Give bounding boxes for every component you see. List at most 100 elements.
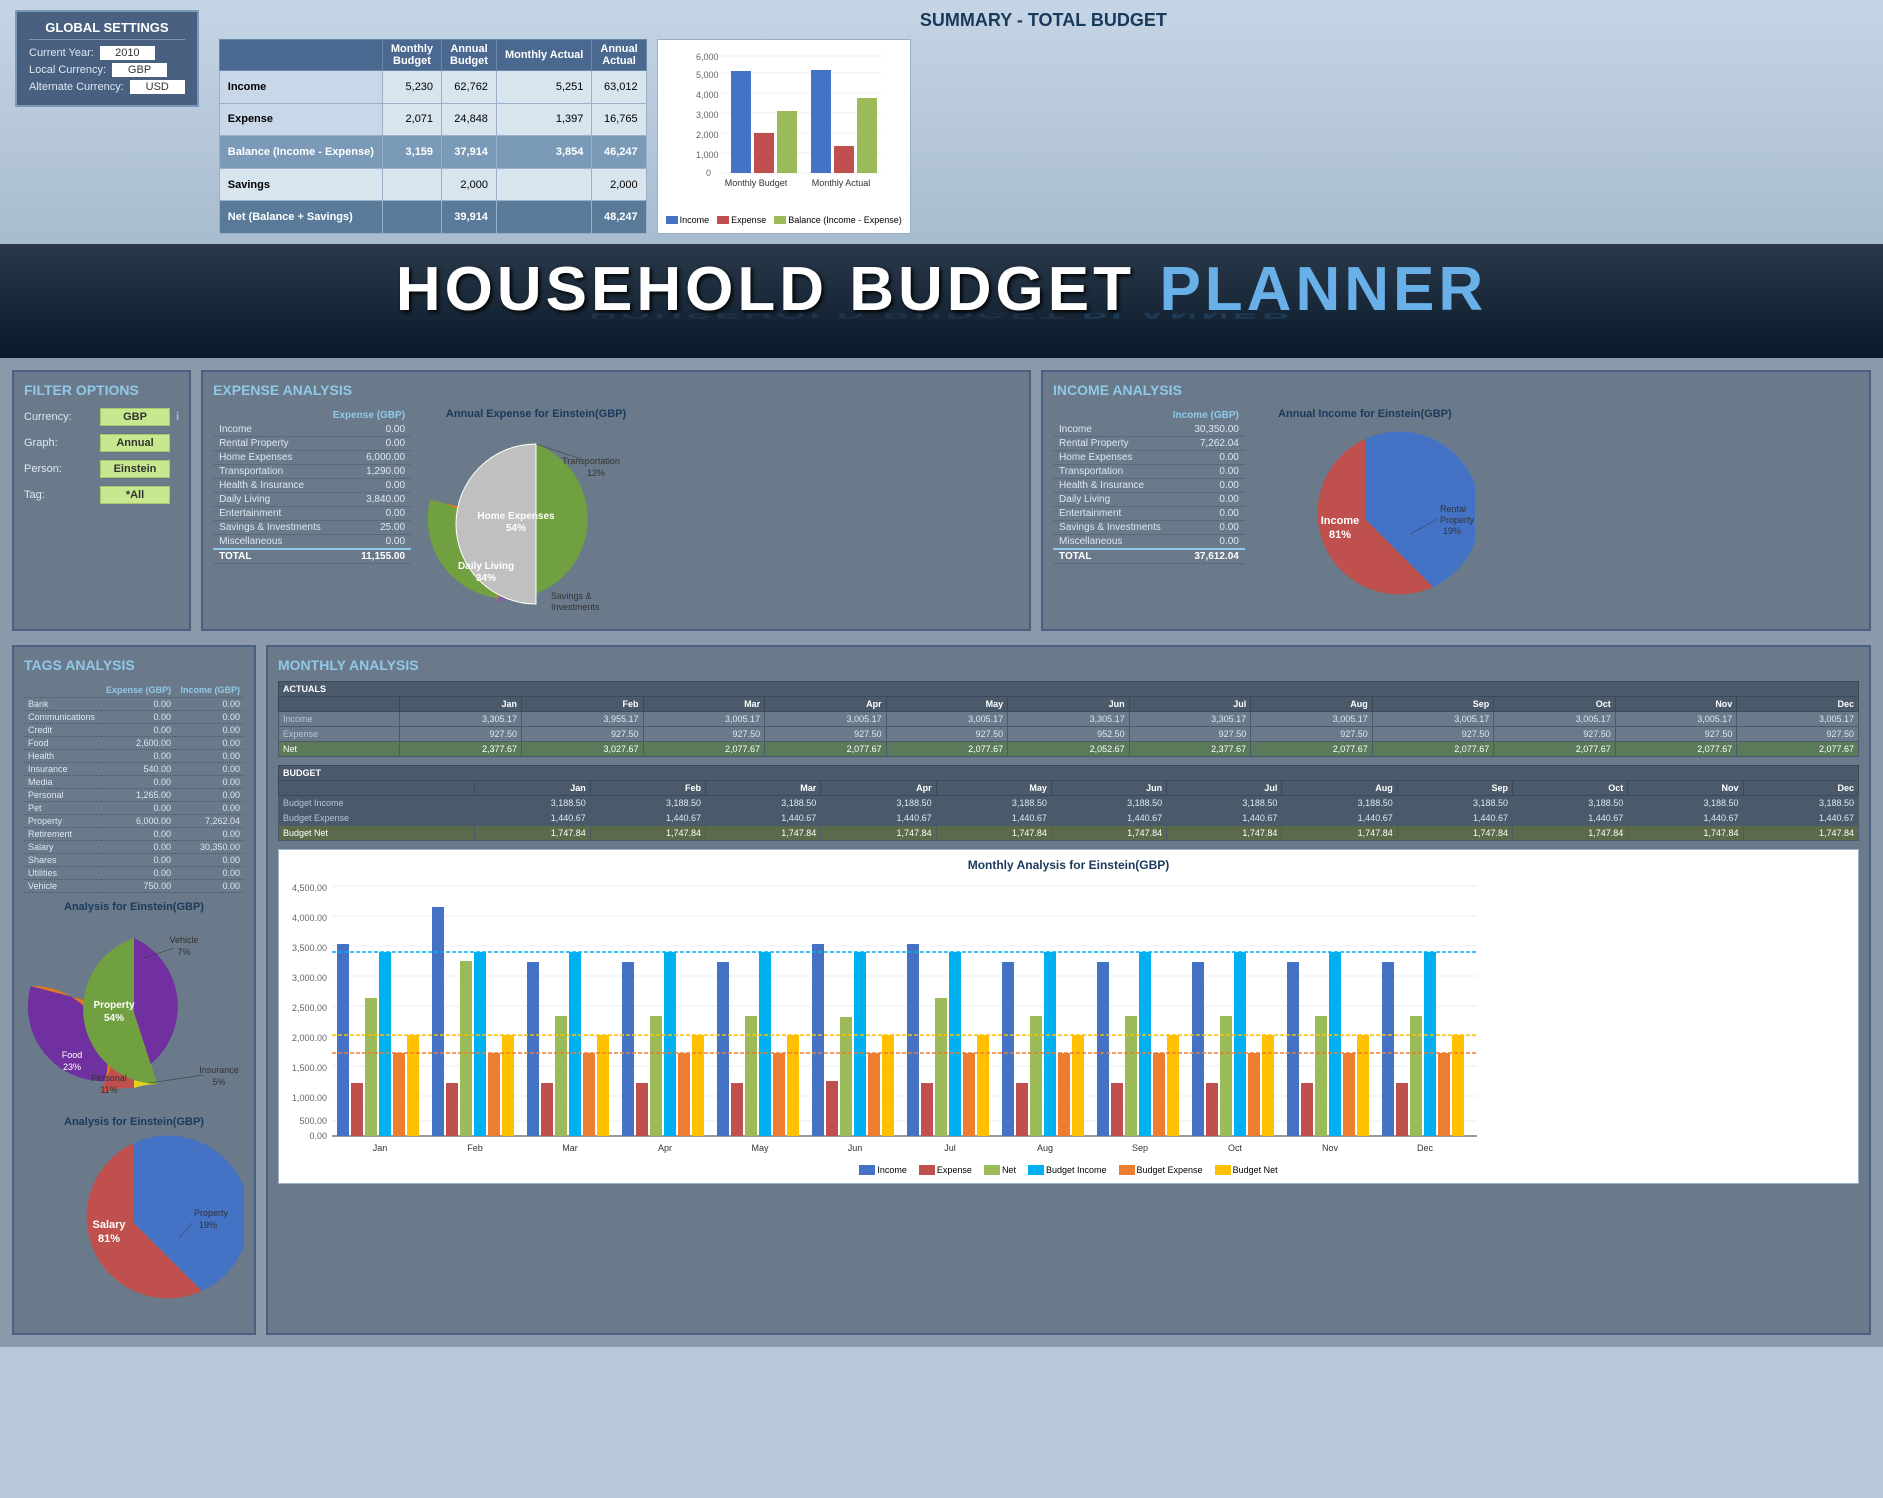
svg-text:Oct: Oct bbox=[1228, 1143, 1243, 1153]
income-analysis-inner: Income (GBP) Income30,350.00 Rental Prop… bbox=[1053, 408, 1859, 619]
exp-home: Home Expenses6,000.00 bbox=[213, 451, 411, 465]
svg-text:23%: 23% bbox=[63, 1062, 81, 1072]
svg-text:Property: Property bbox=[194, 1208, 229, 1218]
summary-table: MonthlyBudget AnnualBudget Monthly Actua… bbox=[219, 39, 647, 234]
inc-health: Health & Insurance0.00 bbox=[1053, 479, 1245, 493]
monthly-analysis-panel: MONTHLY ANALYSIS ACTUALS JanFebMarAprMay… bbox=[266, 645, 1871, 1335]
expense-chart-title: Annual Expense for Einstein(GBP) bbox=[421, 408, 651, 420]
current-year-value: 2010 bbox=[100, 46, 155, 60]
svg-text:81%: 81% bbox=[1329, 529, 1351, 541]
tag-vehicle: Vehicle750.000.00 bbox=[24, 880, 244, 893]
exp-entertainment: Entertainment0.00 bbox=[213, 507, 411, 521]
svg-text:7%: 7% bbox=[177, 947, 190, 957]
svg-text:5%: 5% bbox=[212, 1077, 225, 1087]
inc-misc: Miscellaneous0.00 bbox=[1053, 535, 1245, 550]
monthly-chart-area: Monthly Analysis for Einstein(GBP) 4,500… bbox=[278, 849, 1859, 1184]
svg-text:0.00: 0.00 bbox=[309, 1131, 327, 1141]
tags-pie2-title: Analysis for Einstein(GBP) bbox=[24, 1116, 244, 1128]
alternate-currency-value: USD bbox=[130, 80, 185, 94]
svg-text:0: 0 bbox=[706, 168, 711, 178]
svg-text:Nov: Nov bbox=[1322, 1143, 1339, 1153]
net-row: Net (Balance + Savings) 39,914 48,247 bbox=[219, 201, 646, 234]
svg-text:Mar: Mar bbox=[562, 1143, 578, 1153]
exp-income: Income0.00 bbox=[213, 423, 411, 437]
inc-transport: Transportation0.00 bbox=[1053, 465, 1245, 479]
actuals-table: ACTUALS JanFebMarAprMayJun JulAugSepOctN… bbox=[278, 681, 1859, 757]
tag-value[interactable]: *All bbox=[100, 486, 170, 504]
tag-health: Health0.000.00 bbox=[24, 750, 244, 763]
monthly-analysis-title: MONTHLY ANALYSIS bbox=[278, 657, 1859, 673]
income-analysis-panel: INCOME ANALYSIS Income (GBP) Income30,35… bbox=[1041, 370, 1871, 631]
svg-text:5,000: 5,000 bbox=[696, 70, 719, 80]
summary-table-wrap: MonthlyBudget AnnualBudget Monthly Actua… bbox=[219, 39, 1868, 234]
legend-budget-income: Budget Income bbox=[1028, 1165, 1107, 1175]
title-reflection: HOUSEHOLD BUDGET PLANNER bbox=[30, 313, 1853, 321]
row1: FILTER OPTIONS Currency: GBP i Graph: An… bbox=[12, 370, 1871, 631]
exp-savings: Savings & Investments25.00 bbox=[213, 521, 411, 535]
global-settings-title: GLOBAL SETTINGS bbox=[29, 20, 185, 40]
bar-monthly-actual-balance bbox=[857, 98, 877, 173]
svg-text:19%: 19% bbox=[1443, 526, 1461, 536]
bar-monthly-budget-balance bbox=[777, 111, 797, 173]
income-pie-wrap: Annual Income for Einstein(GBP) Income bbox=[1255, 408, 1475, 619]
monthly-bar-chart: 4,500.00 4,000.00 3,500.00 3,000.00 2,50… bbox=[287, 876, 1487, 1156]
svg-text:0%: 0% bbox=[556, 613, 569, 614]
currency-filter: Currency: GBP i bbox=[24, 408, 179, 426]
svg-text:4,500.00: 4,500.00 bbox=[292, 883, 327, 893]
inc-rental: Rental Property7,262.04 bbox=[1053, 437, 1245, 451]
currency-value[interactable]: GBP bbox=[100, 408, 170, 426]
inc-home: Home Expenses0.00 bbox=[1053, 451, 1245, 465]
person-value[interactable]: Einstein bbox=[100, 460, 170, 478]
jun-bars: Jun bbox=[812, 944, 894, 1153]
expense-analysis-panel: EXPENSE ANALYSIS Expense (GBP) Income0.0… bbox=[201, 370, 1031, 631]
balance-row: Balance (Income - Expense) 3,159 37,914 … bbox=[219, 136, 646, 169]
tags-pie1-wrap: Analysis for Einstein(GBP) bbox=[24, 901, 244, 1108]
filter-options-title: FILTER OPTIONS bbox=[24, 382, 179, 398]
local-currency-row: Local Currency: GBP bbox=[29, 63, 185, 77]
alternate-currency-row: Alternate Currency: USD bbox=[29, 80, 185, 94]
inc-total: TOTAL37,612.04 bbox=[1053, 549, 1245, 564]
actuals-expense-row: Expense 927.50927.50927.50927.50927.5095… bbox=[279, 727, 1859, 742]
exp-health: Health & Insurance0.00 bbox=[213, 479, 411, 493]
svg-text:4,000: 4,000 bbox=[696, 90, 719, 100]
info-icon: i bbox=[176, 411, 179, 423]
svg-text:Property: Property bbox=[93, 1000, 135, 1011]
budget-expense-row: Budget Expense 1,440.671,440.671,440.671… bbox=[279, 811, 1859, 826]
svg-text:Jun: Jun bbox=[848, 1143, 863, 1153]
svg-text:1,000: 1,000 bbox=[696, 150, 719, 160]
income-label: Income bbox=[1321, 515, 1360, 527]
exp-total: TOTAL11,155.00 bbox=[213, 549, 411, 564]
tag-filter: Tag: *All bbox=[24, 486, 179, 504]
svg-text:2,000.00: 2,000.00 bbox=[292, 1033, 327, 1043]
svg-text:Salary: Salary bbox=[92, 1219, 126, 1231]
top-section: GLOBAL SETTINGS Current Year: 2010 Local… bbox=[0, 0, 1883, 244]
budget-income-row: Budget Income 3,188.503,188.503,188.503,… bbox=[279, 796, 1859, 811]
svg-text:Jul: Jul bbox=[944, 1143, 956, 1153]
actuals-net-row: Net 2,377.673,027.672,077.672,077.672,07… bbox=[279, 742, 1859, 757]
jan-bars: Jan bbox=[337, 944, 419, 1153]
tag-property: Property6,000.007,262.04 bbox=[24, 815, 244, 828]
tag-shares: Shares0.000.00 bbox=[24, 854, 244, 867]
svg-text:Vehicle: Vehicle bbox=[169, 935, 198, 945]
local-currency-value: GBP bbox=[112, 63, 167, 77]
inc-income: Income30,350.00 bbox=[1053, 423, 1245, 437]
legend-budget-expense: Budget Expense bbox=[1119, 1165, 1203, 1175]
tag-bank: Bank0.000.00 bbox=[24, 698, 244, 711]
svg-text:Apr: Apr bbox=[658, 1143, 672, 1153]
expense-pie-wrap: Annual Expense for Einstein(GBP) bbox=[421, 408, 651, 619]
person-filter: Person: Einstein bbox=[24, 460, 179, 478]
summary-section: SUMMARY - TOTAL BUDGET MonthlyBudget Ann… bbox=[219, 10, 1868, 234]
svg-text:54%: 54% bbox=[506, 523, 526, 534]
graph-value[interactable]: Annual bbox=[100, 434, 170, 452]
feb-bars: Feb bbox=[432, 907, 514, 1153]
row2: TAGS ANALYSIS Expense (GBP) Income (GBP)… bbox=[12, 645, 1871, 1335]
svg-text:2,000: 2,000 bbox=[696, 130, 719, 140]
summary-chart: 6,000 5,000 4,000 3,000 2,000 1,000 0 bbox=[657, 39, 911, 234]
svg-text:Aug: Aug bbox=[1037, 1143, 1053, 1153]
jul-bars: Jul bbox=[907, 944, 989, 1153]
tag-insurance: Insurance540.000.00 bbox=[24, 763, 244, 776]
svg-text:3,000: 3,000 bbox=[696, 110, 719, 120]
inc-savings: Savings & Investments0.00 bbox=[1053, 521, 1245, 535]
graph-filter: Graph: Annual bbox=[24, 434, 179, 452]
expense-row: Expense 2,071 24,848 1,397 16,765 bbox=[219, 103, 646, 136]
